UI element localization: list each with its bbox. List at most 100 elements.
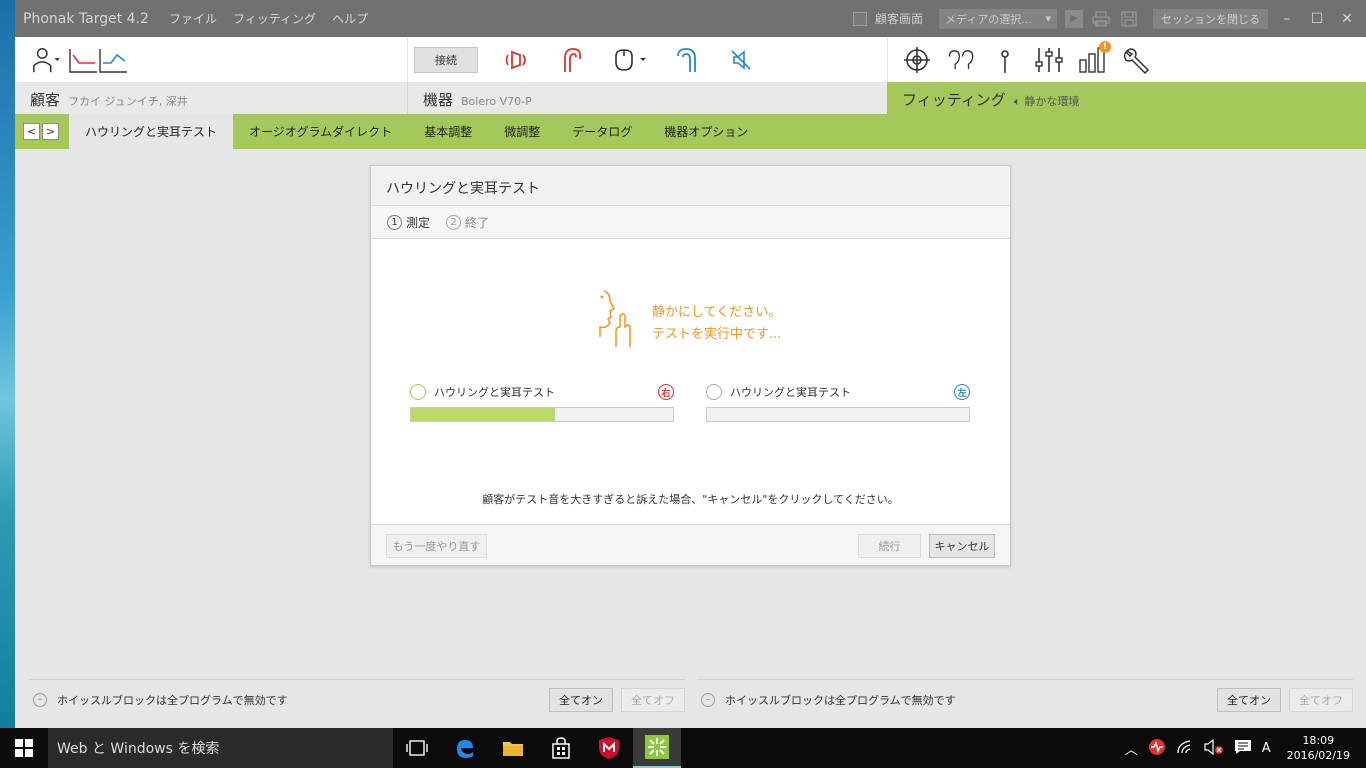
equalizer-icon[interactable] — [1034, 45, 1064, 75]
quiet-please-icon — [590, 287, 638, 347]
tabs-bar: < > ハウリングと実耳テスト オージオグラムダイレクト 基本調整 微調整 デー… — [15, 114, 1366, 149]
toolbar-client-section — [15, 37, 407, 82]
speaker-icon: 🔈︎ — [1013, 95, 1021, 108]
dialog-footer: もう一度やり直す 続行 キャンセル — [371, 524, 1010, 565]
quiet-message-line1: 静かにしてください。 — [652, 305, 782, 320]
all-on-button-right[interactable]: 全てオン — [1217, 687, 1281, 712]
action-center-icon[interactable] — [1234, 739, 1252, 758]
title-bar: Phonak Target 4.2 ファイル フィッティング ヘルプ 顧客画面 … — [15, 0, 1366, 37]
right-ear-badge: 右 — [658, 384, 674, 400]
device-label: 機器 — [423, 91, 454, 109]
task-view-icon[interactable] — [393, 728, 441, 768]
remote-control-icon[interactable] — [610, 45, 648, 75]
toolbar-device-section: 接続 — [407, 37, 887, 82]
clock[interactable]: 18:09 2016/02/19 — [1287, 733, 1350, 763]
audiogram-icon[interactable] — [67, 45, 131, 75]
blue-behind-ear-icon[interactable] — [672, 45, 702, 75]
print-icon[interactable] — [1091, 10, 1111, 28]
taskbar: Web と Windows を検索 ︿ A 18:09 2016/02/19 — [0, 728, 1366, 768]
chevron-left-icon[interactable]: < — [23, 123, 40, 140]
system-tray: ︿ A 18:09 2016/02/19 — [1125, 733, 1366, 763]
tab-fine-tuning[interactable]: 微調整 — [488, 114, 556, 149]
target-icon[interactable] — [902, 45, 932, 75]
chevron-right-icon[interactable]: > — [42, 123, 59, 140]
device-info[interactable]: 機器 Bolero V70-P — [407, 82, 887, 114]
ime-indicator[interactable]: A — [1262, 741, 1271, 756]
feedback-test-dialog: ハウリングと実耳テスト 1 測定 2 終了 静かにしてください。 テストを実行中… — [370, 165, 1011, 566]
client-info[interactable]: 顧客 フカイ ジュンイチ, 深井 — [15, 82, 407, 114]
quiet-message: 静かにしてください。 テストを実行中です... — [652, 302, 781, 346]
tab-basic-tuning[interactable]: 基本調整 — [408, 114, 488, 149]
media-select-value: メディアの選択... — [945, 12, 1032, 26]
tab-audiogram-direct[interactable]: オージオグラムダイレクト — [233, 114, 408, 149]
step-label: 測定 — [406, 215, 431, 230]
ears-icon[interactable] — [946, 45, 976, 75]
menu-bar: ファイル フィッティング ヘルプ — [161, 10, 376, 27]
windows-start-icon[interactable] — [0, 728, 48, 768]
left-test-header: ハウリングと実耳テスト 左 — [706, 382, 970, 402]
red-hearing-aid-icon[interactable] — [502, 45, 532, 75]
maximize-icon[interactable]: ☐ — [1306, 11, 1328, 27]
chevron-up-icon[interactable]: ︿ — [1125, 739, 1138, 758]
tab-datalog[interactable]: データログ — [556, 114, 648, 149]
left-ear-test: ハウリングと実耳テスト 左 — [706, 382, 970, 422]
device-name: Bolero V70-P — [461, 95, 532, 108]
client-person-icon[interactable] — [31, 45, 61, 75]
notification-badge: ! — [1099, 40, 1111, 53]
info-bar: 顧客 フカイ ジュンイチ, 深井 機器 Bolero V70-P フィッティング… — [15, 82, 1366, 114]
toolbar: 接続 ! — [15, 37, 1366, 82]
client-screen-checkbox[interactable] — [852, 11, 867, 26]
wrench-icon[interactable] — [1122, 45, 1152, 75]
play-icon[interactable]: ▶ — [1065, 9, 1083, 28]
main-area: ハウリングと実耳テスト 1 測定 2 終了 静かにしてください。 テストを実行中… — [15, 149, 1366, 728]
phonak-target-taskbar-icon[interactable] — [633, 728, 681, 768]
media-select[interactable]: メディアの選択... ▾ — [939, 8, 1057, 29]
cancel-button[interactable]: キャンセル — [929, 534, 995, 558]
tab-device-options[interactable]: 機器オプション — [648, 114, 764, 149]
toolbar-fitting-section: ! — [887, 37, 1366, 82]
save-icon[interactable] — [1119, 10, 1139, 28]
volume-muted-icon[interactable] — [1204, 738, 1224, 758]
app-title: Phonak Target 4.2 — [23, 10, 149, 27]
right-progress-bar — [410, 407, 674, 422]
mcafee-icon[interactable] — [585, 728, 633, 768]
connect-button[interactable]: 接続 — [414, 46, 478, 73]
spinner-icon — [410, 384, 426, 400]
dialog-body: 静かにしてください。 テストを実行中です... ハウリングと実耳テスト 右 ハウ… — [371, 239, 1010, 525]
right-test-label: ハウリングと実耳テスト — [434, 386, 555, 399]
left-ear-badge: 左 — [954, 384, 970, 400]
minus-circle-icon: – — [33, 692, 47, 707]
wifi-icon[interactable] — [1176, 739, 1194, 758]
menu-help[interactable]: ヘルプ — [324, 10, 376, 27]
chevron-down-icon: ▾ — [1045, 12, 1051, 25]
continue-button[interactable]: 続行 — [858, 534, 921, 558]
menu-file[interactable]: ファイル — [161, 10, 225, 27]
taskbar-search-box[interactable]: Web と Windows を検索 — [48, 728, 393, 768]
red-behind-ear-icon[interactable] — [556, 45, 586, 75]
all-on-button-left[interactable]: 全てオン — [549, 687, 613, 712]
close-session-button[interactable]: セッションを閉じる — [1153, 8, 1268, 29]
all-off-button-right[interactable]: 全てオフ — [1289, 687, 1353, 712]
minimize-icon[interactable]: – — [1276, 11, 1298, 27]
retry-button[interactable]: もう一度やり直す — [386, 534, 487, 558]
pending-circle-icon — [706, 384, 722, 400]
mute-icon[interactable] — [726, 45, 756, 75]
right-progress-fill — [411, 408, 556, 421]
all-off-button-left[interactable]: 全てオフ — [621, 687, 685, 712]
whistle-block-left: – ホイッスルブロックは全プログラムで無効です 全てオン 全てオフ — [29, 679, 685, 719]
fitting-program: 静かな環境 — [1024, 95, 1080, 108]
datalog-bars-icon[interactable]: ! — [1078, 40, 1111, 75]
edge-browser-icon[interactable] — [441, 728, 489, 768]
file-explorer-icon[interactable] — [489, 728, 537, 768]
dialog-title: ハウリングと実耳テスト — [371, 166, 1010, 206]
close-icon[interactable]: ✕ — [1336, 11, 1358, 27]
store-icon[interactable] — [537, 728, 585, 768]
menu-fitting[interactable]: フィッティング — [225, 10, 324, 27]
step-label: 終了 — [465, 215, 490, 230]
client-screen-label: 顧客画面 — [874, 12, 923, 26]
red-app-tray-icon[interactable] — [1148, 738, 1166, 759]
fitting-info[interactable]: フィッティング 🔈︎ 静かな環境 — [887, 82, 1366, 114]
tab-feedback-test[interactable]: ハウリングと実耳テスト — [69, 114, 234, 149]
probe-icon[interactable] — [990, 45, 1020, 75]
right-ear-test: ハウリングと実耳テスト 右 — [410, 382, 674, 422]
